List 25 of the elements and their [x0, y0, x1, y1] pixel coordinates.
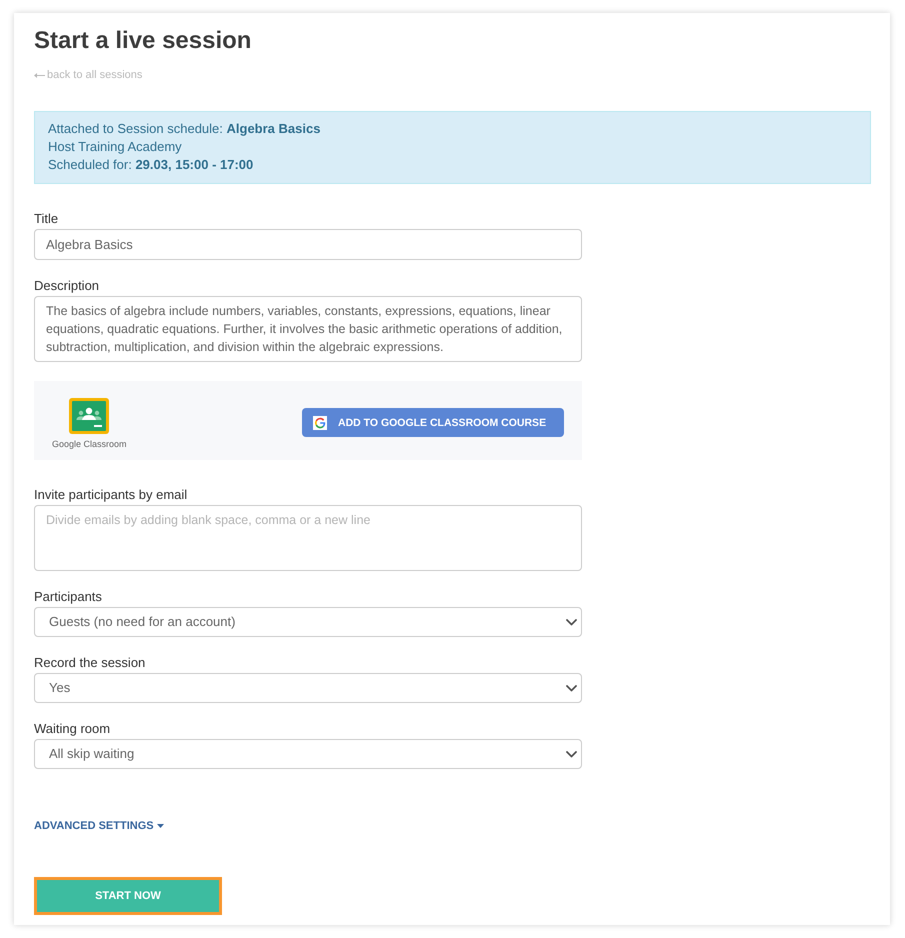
page-title: Start a live session — [34, 27, 252, 55]
chevron-down-icon — [566, 618, 577, 626]
logo-caption: Google Classroom — [52, 438, 127, 450]
info-text: Host Training Academy — [48, 138, 182, 156]
description-textarea[interactable]: The basics of algebra include numbers, variables, constants, expressions, equations, linear equations, quadratic equations. Further, it involves the basic arithmetic operations of addition, subtraction, multiplication, and division within the algebraic expressions. — [34, 296, 582, 362]
chevron-down-icon — [566, 684, 577, 692]
chevron-down-icon — [566, 750, 577, 758]
invite-textarea[interactable]: Divide emails by adding blank space, comma or a new line — [34, 505, 582, 571]
google-g-icon — [313, 416, 327, 430]
select-field[interactable]: All skip waiting — [34, 739, 582, 769]
select-field[interactable]: Yes — [34, 673, 582, 703]
field-label: Participants — [34, 589, 102, 605]
classroom-logo-icon — [69, 398, 110, 434]
field-label: Waiting room — [34, 721, 110, 737]
title-input[interactable]: Algebra Basics — [34, 229, 582, 260]
info-text: Attached to Session schedule: Algebra Basics — [48, 120, 320, 138]
field-label: Description — [34, 278, 100, 294]
field-label: Title — [34, 211, 58, 227]
select-field[interactable]: Guests (no need for an account) — [34, 607, 582, 637]
add-to-classroom-button[interactable]: ADD TO GOOGLE CLASSROOM COURSE — [302, 408, 564, 437]
advanced-settings-toggle[interactable]: ADVANCED SETTINGS — [34, 819, 164, 833]
arrow-left-icon — [34, 72, 45, 78]
field-label: Invite participants by email — [34, 487, 188, 503]
field-label: Record the session — [34, 655, 146, 671]
info-text: Scheduled for: 29.03, 15:00 - 17:00 — [48, 156, 254, 174]
